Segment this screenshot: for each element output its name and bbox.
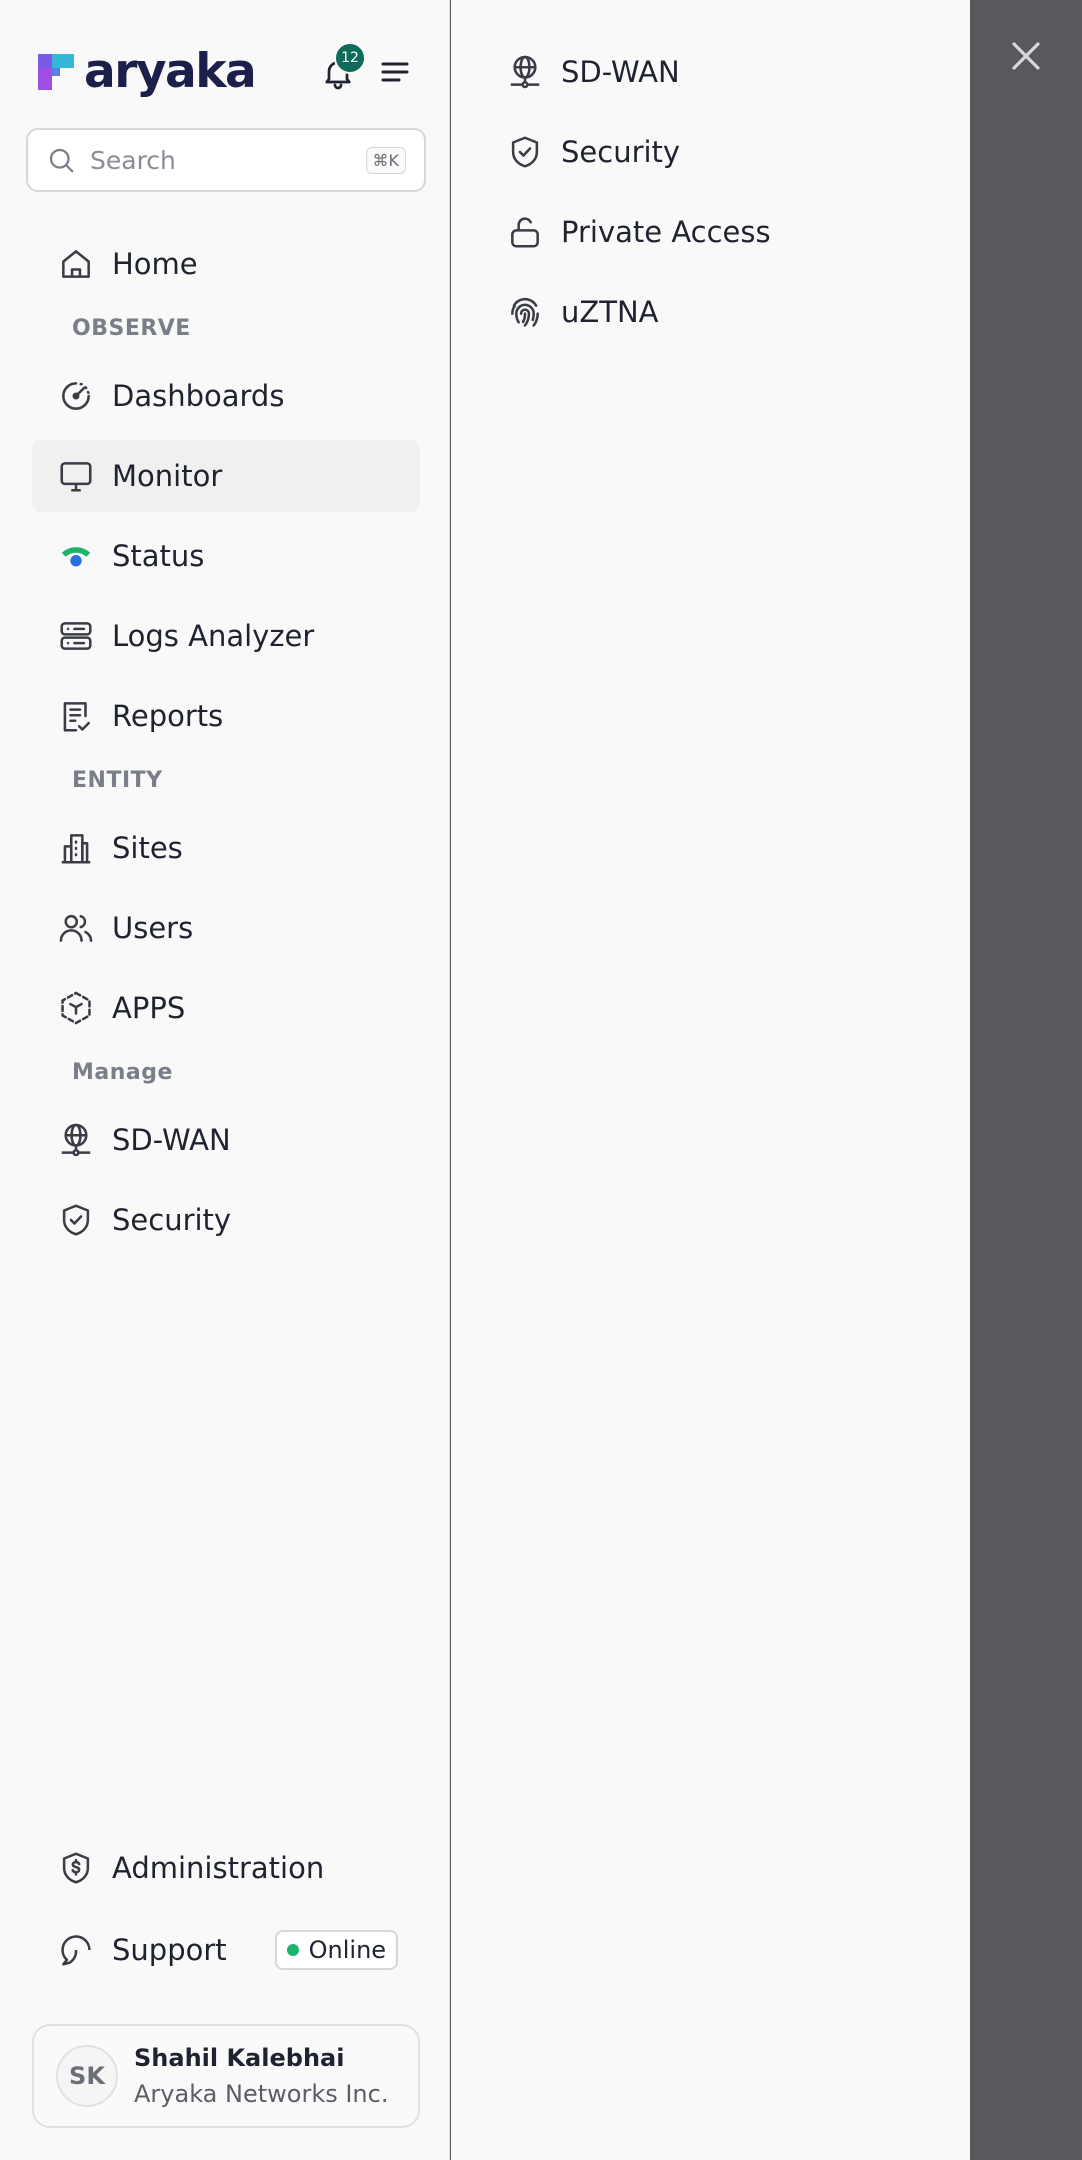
globe-network-icon [505, 52, 545, 92]
section-entity: ENTITY [72, 768, 163, 793]
submenu-panel: SD-WAN Security Private Access uZTNA [451, 0, 970, 2160]
search-shortcut: ⌘K [365, 146, 406, 174]
user-profile-card[interactable]: SK Shahil Kalebhai Aryaka Networks Inc. [32, 2024, 420, 2128]
search-input[interactable]: Search [90, 146, 366, 175]
sidebar-item-support[interactable]: Support Online [32, 1914, 420, 1986]
sidebar-item-label: APPS [112, 991, 186, 1025]
sidebar-item-dashboards[interactable]: Dashboards [32, 360, 420, 432]
online-dot [286, 1944, 299, 1956]
submenu-item-sd-wan[interactable]: SD-WAN [505, 42, 680, 102]
submenu-item-label: Private Access [561, 215, 771, 249]
brand-name: aryaka [84, 44, 257, 99]
brand-logo[interactable]: aryaka [38, 44, 257, 99]
logo-icon [38, 53, 74, 90]
sidebar-item-label: Reports [112, 699, 224, 733]
sidebar-item-label: Status [112, 539, 205, 573]
sidebar-item-logs-analyzer[interactable]: Logs Analyzer [32, 600, 420, 672]
shield-check-icon [56, 1200, 96, 1240]
sidebar-item-sites[interactable]: Sites [32, 812, 420, 884]
globe-network-icon [56, 1120, 96, 1160]
submenu-item-label: uZTNA [561, 295, 659, 329]
submenu-item-security[interactable]: Security [505, 122, 680, 182]
home-icon [56, 244, 96, 284]
online-status-label: Online [308, 1936, 387, 1964]
sidebar: aryaka 12 Search ⌘K Home OBSERVE Dashboa… [0, 0, 450, 2160]
avatar: SK [56, 2045, 118, 2107]
server-stack-icon [56, 616, 96, 656]
sidebar-item-administration[interactable]: Administration [32, 1832, 420, 1904]
monitor-icon [56, 456, 96, 496]
sidebar-item-sd-wan[interactable]: SD-WAN [32, 1104, 420, 1176]
chat-bubble-icon [56, 1930, 96, 1970]
hamburger-menu-icon[interactable] [380, 58, 410, 86]
sidebar-item-security[interactable]: Security [32, 1184, 420, 1256]
users-icon [56, 908, 96, 948]
lock-open-icon [505, 212, 545, 252]
submenu-item-label: Security [561, 135, 681, 169]
sidebar-item-status[interactable]: Status [32, 520, 420, 592]
shield-check-icon [505, 132, 545, 172]
notification-badge: 12 [334, 42, 366, 74]
user-name: Shahil Kalebhai [134, 2044, 345, 2072]
sidebar-item-label: Sites [112, 831, 183, 865]
sidebar-item-label: Security [112, 1203, 232, 1237]
sidebar-item-label: Support [112, 1933, 227, 1967]
report-check-icon [56, 696, 96, 736]
dashboard-gauge-icon [56, 376, 96, 416]
building-icon [56, 828, 96, 868]
submenu-item-private-access[interactable]: Private Access [505, 202, 771, 262]
sidebar-item-home[interactable]: Home [32, 228, 420, 300]
apps-cube-icon [56, 988, 96, 1028]
close-icon[interactable] [1006, 36, 1046, 76]
sidebar-item-apps[interactable]: APPS [32, 972, 420, 1044]
user-organization: Aryaka Networks Inc. [134, 2080, 389, 2108]
fingerprint-icon [505, 292, 545, 332]
sidebar-item-label: Administration [112, 1851, 325, 1885]
sidebar-item-label: SD-WAN [112, 1123, 231, 1157]
submenu-item-label: SD-WAN [561, 55, 680, 89]
status-signal-icon [56, 536, 96, 576]
section-manage: Manage [72, 1060, 173, 1085]
sidebar-item-monitor[interactable]: Monitor [32, 440, 420, 512]
submenu-item-uztna[interactable]: uZTNA [505, 282, 659, 342]
user-info: Shahil Kalebhai Aryaka Networks Inc. [134, 2044, 388, 2108]
sidebar-item-label: Home [112, 247, 198, 281]
shield-dollar-icon [56, 1848, 96, 1888]
search-icon [46, 145, 76, 175]
sidebar-item-label: Users [112, 911, 194, 945]
section-observe: OBSERVE [72, 316, 191, 341]
sidebar-item-users[interactable]: Users [32, 892, 420, 964]
search-box[interactable]: Search ⌘K [26, 128, 426, 192]
sidebar-item-label: Dashboards [112, 379, 285, 413]
sidebar-item-label: Logs Analyzer [112, 619, 315, 653]
online-status-badge: Online [274, 1930, 399, 1970]
sidebar-item-reports[interactable]: Reports [32, 680, 420, 752]
sidebar-item-label: Monitor [112, 459, 223, 493]
